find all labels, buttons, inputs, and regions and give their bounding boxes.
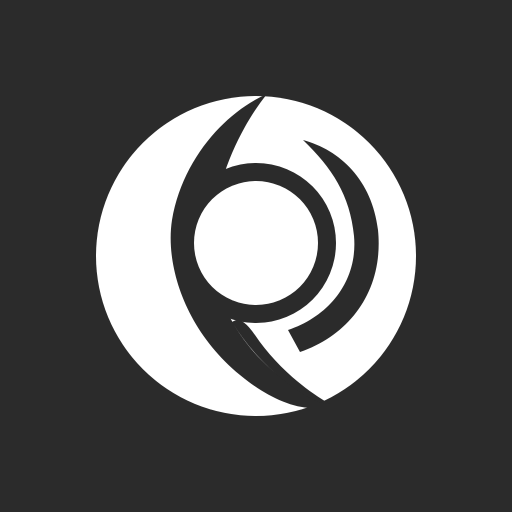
app-icon-canvas: [0, 0, 512, 512]
swirl-circle-logo-icon: [96, 96, 416, 416]
logo-container: [0, 0, 512, 512]
